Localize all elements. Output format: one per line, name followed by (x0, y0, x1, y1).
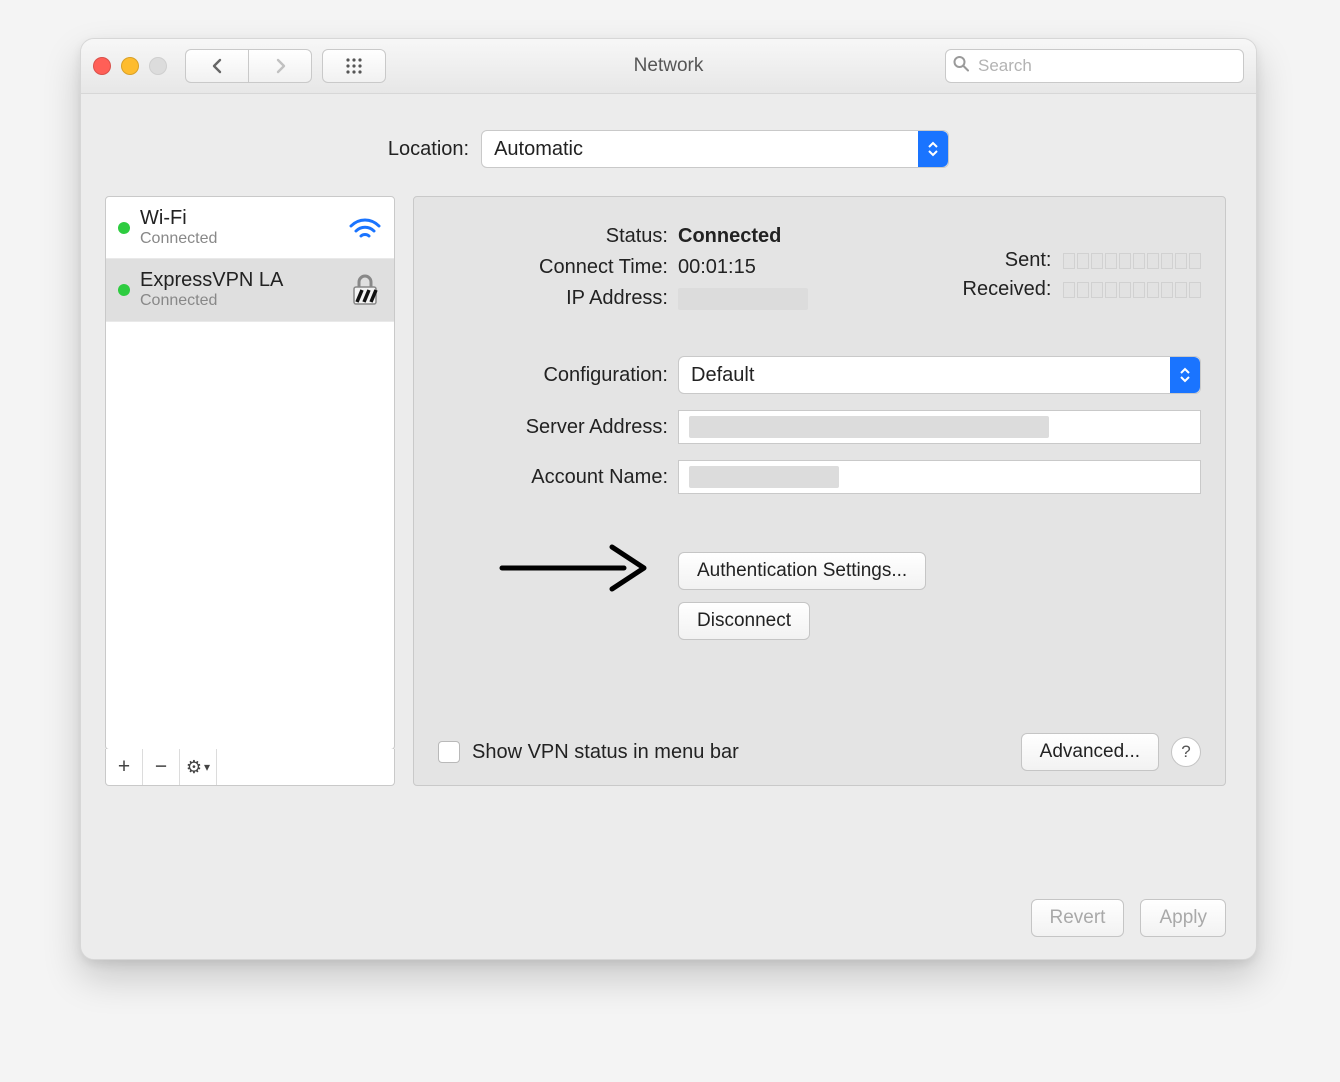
service-list-footer: + − ⚙︎▾ (105, 749, 395, 786)
sent-label: Sent: (961, 249, 1057, 272)
service-row-wifi[interactable]: Wi-Fi Connected (106, 197, 394, 259)
chevron-right-icon (275, 58, 286, 74)
server-row: Server Address: (438, 410, 1201, 444)
status-dot-icon (118, 222, 130, 234)
configuration-value: Default (691, 364, 754, 387)
service-actions-button[interactable]: ⚙︎▾ (180, 749, 217, 785)
add-service-button[interactable]: + (106, 749, 143, 785)
location-label: Location: (388, 138, 469, 161)
search-icon (953, 55, 969, 78)
show-all-button[interactable] (322, 49, 386, 83)
connect-time-label: Connect Time: (438, 256, 678, 279)
server-label: Server Address: (438, 416, 678, 439)
action-buttons: Authentication Settings... Disconnect (678, 552, 1201, 640)
config-form: Configuration: Default Server Address: (438, 356, 1201, 494)
service-sidebar: Wi-Fi Connected ExpressVPN LA (105, 196, 395, 786)
status-row: Status: Connected (438, 225, 1201, 248)
account-name-field[interactable] (678, 460, 1201, 494)
network-prefs-window: Network Location: Automatic (80, 38, 1257, 960)
grid-icon (345, 57, 363, 75)
panel-footer: Show VPN status in menu bar Advanced... … (438, 733, 1201, 771)
bottom-bar: Revert Apply (1031, 899, 1227, 937)
detail-panel: Status: Connected Connect Time: 00:01:15… (413, 196, 1226, 786)
auth-settings-button[interactable]: Authentication Settings... (678, 552, 926, 590)
updown-arrows-icon (918, 131, 948, 167)
status-dot-icon (118, 284, 130, 296)
received-label: Received: (961, 278, 1057, 301)
window-controls (93, 57, 167, 75)
show-vpn-status-checkbox[interactable] (438, 741, 460, 763)
service-status: Connected (140, 230, 338, 248)
account-label: Account Name: (438, 466, 678, 489)
search-input[interactable] (945, 49, 1244, 83)
forward-button[interactable] (248, 49, 312, 83)
location-row: Location: Automatic (81, 94, 1256, 196)
disconnect-button[interactable]: Disconnect (678, 602, 810, 640)
sent-meter-icon (1063, 253, 1201, 269)
received-meter-icon (1063, 282, 1201, 298)
apply-button[interactable]: Apply (1140, 899, 1226, 937)
configuration-select[interactable]: Default (678, 356, 1201, 394)
revert-button[interactable]: Revert (1031, 899, 1125, 937)
service-name: Wi-Fi (140, 207, 338, 230)
configuration-label: Configuration: (438, 364, 678, 387)
service-list[interactable]: Wi-Fi Connected ExpressVPN LA (105, 196, 395, 750)
service-row-text: ExpressVPN LA Connected (140, 269, 338, 310)
lock-icon (348, 273, 382, 307)
location-value: Automatic (494, 138, 583, 161)
wifi-icon (348, 216, 382, 240)
chevron-down-icon: ▾ (204, 760, 210, 774)
back-button[interactable] (185, 49, 248, 83)
nav-back-forward (185, 49, 312, 83)
minimize-window-button[interactable] (121, 57, 139, 75)
updown-arrows-icon (1170, 357, 1200, 393)
content: Wi-Fi Connected ExpressVPN LA (81, 196, 1256, 786)
ip-label: IP Address: (438, 287, 678, 310)
service-name: ExpressVPN LA (140, 269, 338, 292)
service-status: Connected (140, 292, 338, 310)
service-row-vpn[interactable]: ExpressVPN LA Connected (106, 259, 394, 321)
advanced-button[interactable]: Advanced... (1021, 733, 1159, 771)
chevron-left-icon (212, 58, 223, 74)
status-value: Connected (678, 225, 1201, 248)
configuration-row: Configuration: Default (438, 356, 1201, 394)
titlebar: Network (81, 39, 1256, 94)
search-wrap (945, 49, 1244, 83)
gear-icon: ⚙︎ (186, 757, 202, 778)
server-address-field[interactable] (678, 410, 1201, 444)
location-select[interactable]: Automatic (481, 130, 949, 168)
annotation-arrow-icon (494, 533, 654, 603)
show-vpn-status-label: Show VPN status in menu bar (472, 741, 739, 764)
traffic-stats: Sent: Received: (961, 249, 1201, 307)
account-row: Account Name: (438, 460, 1201, 494)
close-window-button[interactable] (93, 57, 111, 75)
remove-service-button[interactable]: − (143, 749, 180, 785)
footer-spacer (217, 749, 394, 785)
zoom-window-button (149, 57, 167, 75)
status-label: Status: (438, 225, 678, 248)
service-row-text: Wi-Fi Connected (140, 207, 338, 248)
help-button[interactable]: ? (1171, 737, 1201, 767)
